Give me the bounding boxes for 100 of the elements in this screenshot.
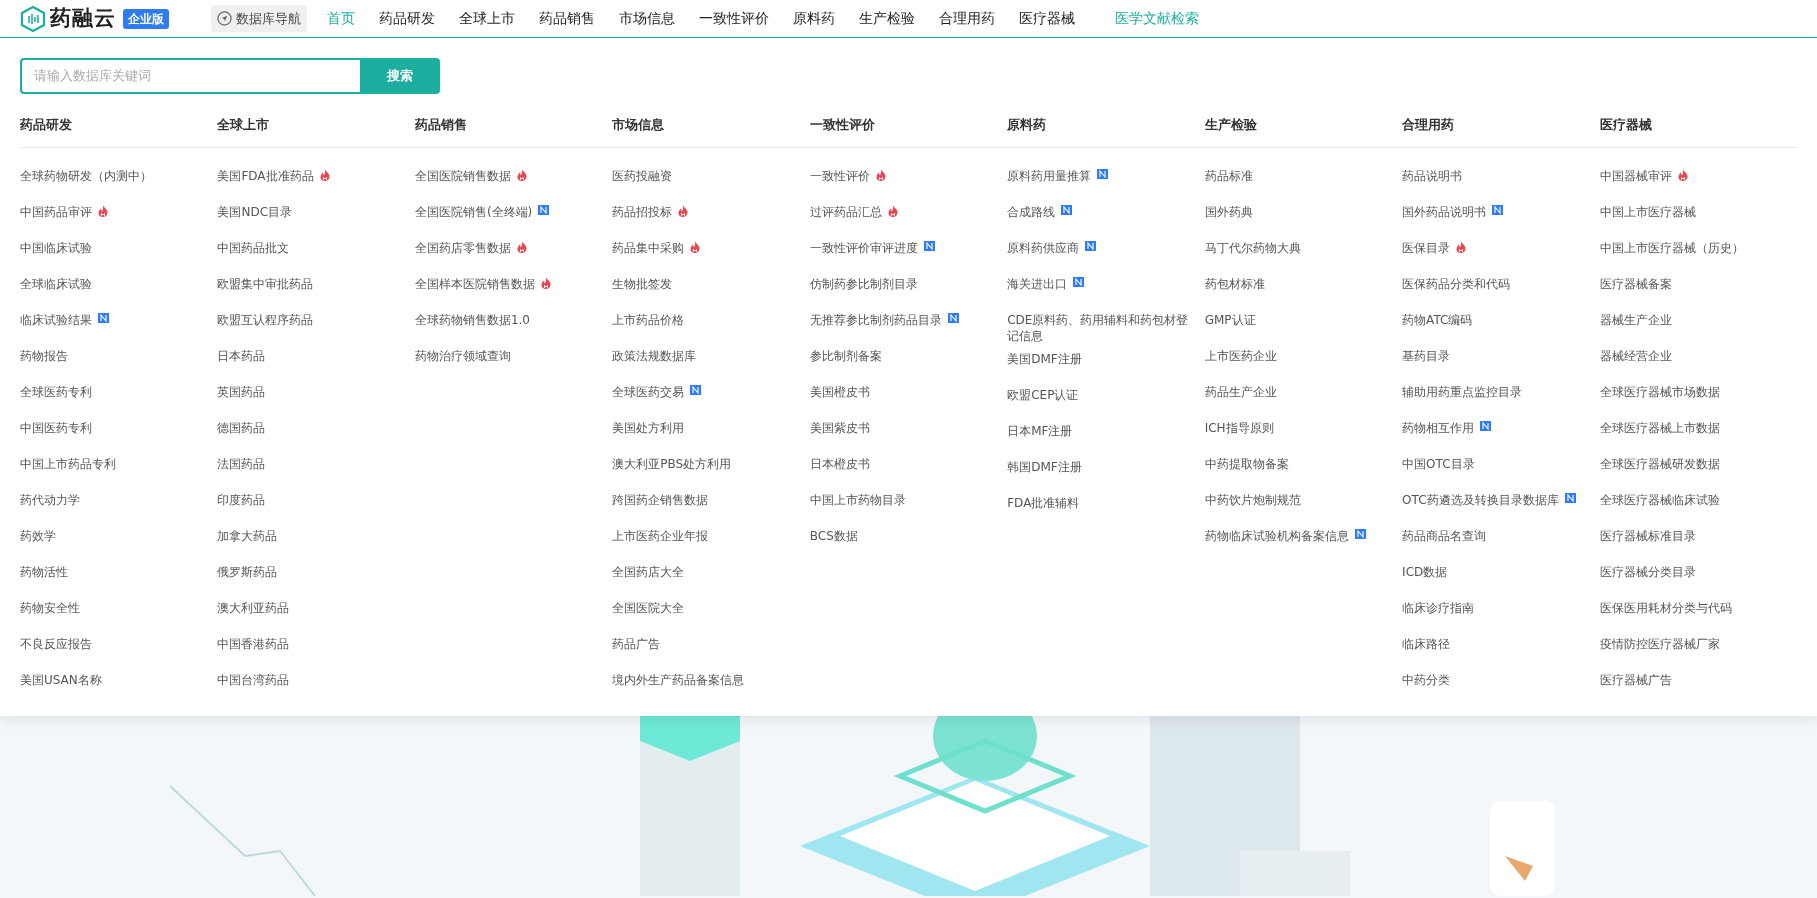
menu-link[interactable]: 欧盟互认程序药品 <box>217 311 314 329</box>
menu-link[interactable]: 中国上市医疗器械 <box>1599 203 1696 221</box>
menu-link[interactable]: 澳大利亚PBS处方利用 <box>612 455 732 473</box>
menu-link[interactable]: 中国OTC目录 <box>1402 455 1475 473</box>
nav-link[interactable]: 全球上市 <box>447 8 527 29</box>
database-nav-button[interactable]: 数据库导航 <box>211 4 307 33</box>
menu-link[interactable]: 欧盟CEP认证 <box>1007 387 1079 404</box>
menu-link[interactable]: 马丁代尔药物大典 <box>1204 239 1301 257</box>
menu-link[interactable]: 中药提取物备案 <box>1204 455 1289 473</box>
menu-link[interactable]: 中国上市药品专利 <box>20 455 116 473</box>
menu-link[interactable]: 医保药品分类和代码 <box>1402 275 1511 293</box>
menu-link[interactable]: 欧盟集中审批药品 <box>217 275 314 293</box>
menu-link[interactable]: 基药目录 <box>1402 347 1451 365</box>
menu-link[interactable]: 中国台湾药品 <box>217 671 290 689</box>
menu-link[interactable]: 中国药品批文 <box>217 239 290 257</box>
menu-link[interactable]: 美国NDC目录 <box>217 203 293 221</box>
menu-link[interactable]: 全球药物销售数据1.0 <box>414 311 530 329</box>
menu-link[interactable]: 过评药品汇总 <box>809 203 882 221</box>
menu-link[interactable]: 医疗器械标准目录 <box>1599 527 1696 545</box>
menu-link[interactable]: 一致性评价审评进度 <box>809 239 918 257</box>
menu-link[interactable]: 政策法规数据库 <box>612 347 697 365</box>
nav-link[interactable]: 生产检验 <box>847 8 927 29</box>
menu-link[interactable]: 药物报告 <box>20 347 68 365</box>
menu-link[interactable]: 医疗器械广告 <box>1599 671 1672 689</box>
menu-link[interactable]: 药品集中采购 <box>612 239 685 257</box>
menu-link[interactable]: 全国医院销售数据 <box>414 167 511 185</box>
menu-link[interactable]: 全国医院销售(全终端) <box>414 203 533 221</box>
menu-link[interactable]: 药品商品名查询 <box>1402 527 1487 545</box>
menu-link[interactable]: 全国样本医院销售数据 <box>414 275 535 293</box>
menu-link[interactable]: 药代动力学 <box>20 491 80 509</box>
menu-link[interactable]: 全球医疗器械临床试验 <box>1599 491 1720 509</box>
menu-link[interactable]: 医保医用耗材分类与代码 <box>1599 599 1732 617</box>
menu-link[interactable]: 中国医药专利 <box>20 419 92 437</box>
menu-link[interactable]: 器械生产企业 <box>1599 311 1672 329</box>
menu-link[interactable]: 中国上市医疗器械（历史） <box>1599 239 1744 257</box>
nav-link[interactable]: 医疗器械 <box>1007 8 1087 29</box>
menu-link[interactable]: 国外药典 <box>1204 203 1253 221</box>
menu-link[interactable]: 俄罗斯药品 <box>217 563 278 581</box>
menu-link[interactable]: 全球临床试验 <box>20 275 92 293</box>
menu-link[interactable]: 原料药供应商 <box>1007 239 1080 257</box>
menu-link[interactable]: 全球医疗器械市场数据 <box>1599 383 1720 401</box>
menu-link[interactable]: 全球医疗器械研发数据 <box>1599 455 1720 473</box>
menu-link[interactable]: 美国橙皮书 <box>809 383 870 401</box>
menu-link[interactable]: 跨国药企销售数据 <box>612 491 709 509</box>
menu-link[interactable]: 药品标准 <box>1204 167 1253 185</box>
menu-link[interactable]: 全球药物研发（内测中） <box>20 167 152 185</box>
menu-link[interactable]: 药物ATC编码 <box>1402 311 1473 329</box>
menu-link[interactable]: 中国香港药品 <box>217 635 290 653</box>
menu-link[interactable]: 德国药品 <box>217 419 266 437</box>
menu-link[interactable]: 日本MF注册 <box>1007 423 1073 440</box>
menu-link[interactable]: 药物活性 <box>20 563 68 581</box>
menu-link[interactable]: 日本橙皮书 <box>809 455 870 473</box>
menu-link[interactable]: 中国药品审评 <box>20 203 92 221</box>
menu-link[interactable]: 药物安全性 <box>20 599 80 617</box>
menu-link[interactable]: 医疗器械备案 <box>1599 275 1672 293</box>
menu-link[interactable]: 美国USAN名称 <box>20 671 102 689</box>
menu-link[interactable]: 中国器械审评 <box>1599 167 1672 185</box>
menu-link[interactable]: 药物相互作用 <box>1402 419 1475 437</box>
menu-link[interactable]: 不良反应报告 <box>20 635 92 653</box>
menu-link[interactable]: GMP认证 <box>1204 311 1256 329</box>
menu-link[interactable]: 全国医院大全 <box>612 599 685 617</box>
menu-link[interactable]: 加拿大药品 <box>217 527 278 545</box>
menu-link[interactable]: 印度药品 <box>217 491 266 509</box>
menu-link[interactable]: 合成路线 <box>1007 203 1056 221</box>
menu-link[interactable]: 全球医疗器械上市数据 <box>1599 419 1720 437</box>
menu-link[interactable]: 药品招投标 <box>612 203 673 221</box>
menu-link[interactable]: ICD数据 <box>1402 563 1448 581</box>
menu-link[interactable]: 临床试验结果 <box>20 311 92 329</box>
menu-link[interactable]: 仿制药参比制剂目录 <box>809 275 918 293</box>
nav-link[interactable]: 原料药 <box>781 8 847 29</box>
search-field[interactable]: 请输入数据库关键词 <box>20 58 360 94</box>
menu-link[interactable]: 辅助用药重点监控目录 <box>1402 383 1523 401</box>
menu-link[interactable]: 疫情防控医疗器械厂家 <box>1599 635 1720 653</box>
menu-link[interactable]: 美国DMF注册 <box>1007 351 1082 368</box>
menu-link[interactable]: 日本药品 <box>217 347 266 365</box>
menu-link[interactable]: 国外药品说明书 <box>1402 203 1487 221</box>
menu-link[interactable]: 中国临床试验 <box>20 239 92 257</box>
menu-link[interactable]: ICH指导原则 <box>1204 419 1274 437</box>
menu-link[interactable]: BCS数据 <box>809 527 858 545</box>
menu-link[interactable]: FDA批准辅料 <box>1007 495 1080 512</box>
menu-link[interactable]: 药物治疗领域查询 <box>414 347 511 365</box>
menu-link[interactable]: 澳大利亚药品 <box>217 599 290 617</box>
menu-link[interactable]: 法国药品 <box>217 455 266 473</box>
menu-link[interactable]: 药品说明书 <box>1402 167 1463 185</box>
menu-link[interactable]: 全国药店大全 <box>612 563 685 581</box>
menu-link[interactable]: 美国FDA批准药品 <box>217 167 314 185</box>
menu-link[interactable]: 医药投融资 <box>612 167 673 185</box>
menu-link[interactable]: 全球医药交易 <box>612 383 685 401</box>
menu-link[interactable]: 原料药用量推算 <box>1007 167 1092 185</box>
menu-link[interactable]: 中药分类 <box>1402 671 1451 689</box>
menu-link[interactable]: 无推荐参比制剂药品目录 <box>809 311 942 329</box>
menu-link[interactable]: 器械经营企业 <box>1599 347 1672 365</box>
menu-link[interactable]: 上市医药企业 <box>1204 347 1277 365</box>
nav-link[interactable]: 合理用药 <box>927 8 1007 29</box>
menu-link[interactable]: 生物批签发 <box>612 275 673 293</box>
menu-link[interactable]: 海关进出口 <box>1007 275 1068 293</box>
menu-link[interactable]: 全国药店零售数据 <box>414 239 511 257</box>
menu-link[interactable]: 上市医药企业年报 <box>612 527 709 545</box>
nav-link[interactable]: 一致性评价 <box>687 8 781 29</box>
menu-link[interactable]: OTC药遴选及转换目录数据库 <box>1402 491 1559 509</box>
